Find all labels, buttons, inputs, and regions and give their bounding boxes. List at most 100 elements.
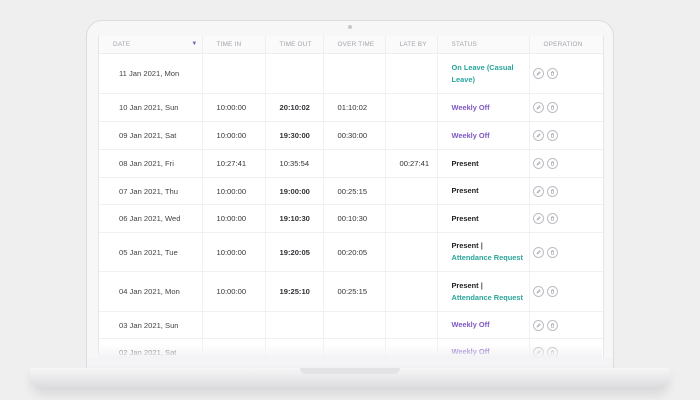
cell-operation (529, 93, 603, 122)
cell-time-in: 10:00:00 (202, 177, 266, 205)
table-row: 09 Jan 2021, Sat 10:00:00 19:30:00 00:30:00… (99, 121, 603, 150)
edit-button[interactable] (532, 246, 544, 258)
edit-button[interactable] (532, 130, 544, 141)
delete-button[interactable] (546, 286, 558, 297)
edit-button[interactable] (532, 185, 544, 197)
delete-button[interactable] (546, 68, 558, 79)
table-row: 08 Jan 2021, Fri 10:27:41 10:35:54 00:27:41… (99, 149, 603, 178)
cell-date: 09 Jan 2021, Sat (99, 121, 203, 150)
cell-time-in (202, 311, 266, 339)
column-header-late-by[interactable]: LATE BY (385, 36, 438, 54)
cell-time-in: 10:00:00 (202, 93, 266, 122)
cell-time-out (265, 338, 324, 358)
cell-status: Present (437, 177, 530, 205)
cell-late-by (385, 121, 438, 150)
status-text: On Leave (Casual Leave) (451, 62, 514, 84)
cell-status: Present | Attendance Request (437, 271, 530, 312)
cell-over-time (323, 53, 386, 94)
cell-time-out: 19:30:00 (265, 121, 324, 150)
cell-operation (529, 149, 603, 178)
cell-over-time: 00:25:15 (323, 271, 386, 312)
status-text: Weekly Off (451, 102, 490, 112)
cell-date: 02 Jan 2021, Sat (99, 338, 203, 358)
delete-button[interactable] (546, 246, 558, 258)
cell-operation (529, 232, 603, 272)
cell-time-out: 19:00:00 (265, 177, 324, 205)
cell-time-in (202, 338, 266, 358)
edit-button[interactable] (532, 286, 544, 297)
edit-button[interactable] (532, 102, 544, 113)
delete-button[interactable] (546, 158, 558, 169)
cell-over-time (323, 149, 386, 178)
table-row: 10 Jan 2021, Sun 10:00:00 20:10:02 01:10:02… (99, 93, 603, 122)
cell-operation (529, 311, 603, 339)
cell-late-by (385, 311, 438, 339)
cell-time-in: 10:00:00 (202, 204, 266, 233)
delete-button[interactable] (546, 213, 558, 224)
cell-over-time: 01:10:02 (323, 93, 386, 122)
cell-status: Weekly Off (437, 311, 530, 339)
cell-over-time: 00:20:05 (323, 232, 386, 272)
cell-late-by: 00:27:41 (385, 149, 438, 178)
attendance-request-link[interactable]: Attendance Request (452, 293, 523, 302)
cell-late-by (385, 338, 438, 358)
table-row: 03 Jan 2021, Sun Weekly Off (99, 311, 603, 339)
header-label: DATE (113, 41, 131, 48)
cell-status: Weekly Off (437, 338, 530, 358)
delete-button[interactable] (546, 102, 558, 113)
cell-operation (529, 338, 603, 358)
laptop-notch (300, 368, 400, 374)
cell-over-time: 00:10:30 (323, 204, 386, 233)
cell-status: Present (437, 149, 530, 178)
cell-time-in: 10:00:00 (202, 121, 266, 150)
triangle-down-icon[interactable]: ▼ (191, 41, 197, 47)
cell-late-by (385, 204, 438, 233)
status-text: Present (451, 241, 479, 250)
column-header-date[interactable]: DATE ▼ (99, 36, 203, 54)
cell-time-out (265, 311, 324, 339)
table-body: 11 Jan 2021, Mon On Leave (Casual Leave) 1… (99, 53, 603, 358)
status-text: Weekly Off (451, 347, 490, 356)
column-header-time-out[interactable]: TIME OUT (265, 36, 324, 54)
cell-operation (529, 53, 603, 94)
column-header-operation: OPERATION (529, 36, 603, 54)
table-row: 04 Jan 2021, Mon 10:00:00 19:25:10 00:25:15… (99, 271, 603, 312)
delete-button[interactable] (546, 346, 558, 358)
cell-time-out: 19:25:10 (265, 271, 324, 312)
edit-button[interactable] (532, 158, 544, 169)
cell-status: Present (437, 204, 530, 233)
column-header-time-in[interactable]: TIME IN (202, 36, 266, 54)
cell-over-time (323, 338, 386, 358)
cell-over-time: 00:25:15 (323, 177, 386, 205)
cell-time-in (202, 53, 266, 94)
status-separator: | (480, 241, 483, 250)
cell-date: 10 Jan 2021, Sun (99, 93, 203, 122)
cell-late-by (385, 232, 438, 272)
delete-button[interactable] (546, 185, 558, 197)
screen: DATE ▼ TIME IN TIME OUT OVER TIME LATE BY… (98, 36, 604, 358)
cell-over-time (323, 311, 386, 339)
table-row: 11 Jan 2021, Mon On Leave (Casual Leave) (99, 53, 603, 94)
column-header-over-time[interactable]: OVER TIME (323, 36, 386, 54)
edit-button[interactable] (532, 319, 544, 331)
status-text: Present (451, 158, 479, 168)
status-text: Present (451, 213, 479, 223)
cell-time-in: 10:00:00 (202, 271, 266, 312)
edit-button[interactable] (532, 213, 544, 224)
delete-button[interactable] (546, 130, 558, 141)
attendance-table: DATE ▼ TIME IN TIME OUT OVER TIME LATE BY… (99, 36, 603, 358)
table-row: 05 Jan 2021, Tue 10:00:00 19:20:05 00:20:05… (99, 232, 603, 272)
cell-over-time: 00:30:00 (323, 121, 386, 150)
attendance-request-link[interactable]: Attendance Request (452, 253, 523, 262)
cell-operation (529, 271, 603, 312)
cell-operation (529, 204, 603, 233)
column-header-status[interactable]: STATUS (437, 36, 530, 54)
delete-button[interactable] (546, 319, 558, 331)
cell-date: 11 Jan 2021, Mon (99, 53, 203, 94)
cell-time-out: 19:10:30 (265, 204, 324, 233)
laptop-hinge (86, 358, 614, 368)
table-row: 02 Jan 2021, Sat Weekly Off (99, 338, 603, 358)
edit-button[interactable] (532, 346, 544, 358)
status-separator: | (480, 280, 483, 290)
edit-button[interactable] (532, 68, 544, 79)
